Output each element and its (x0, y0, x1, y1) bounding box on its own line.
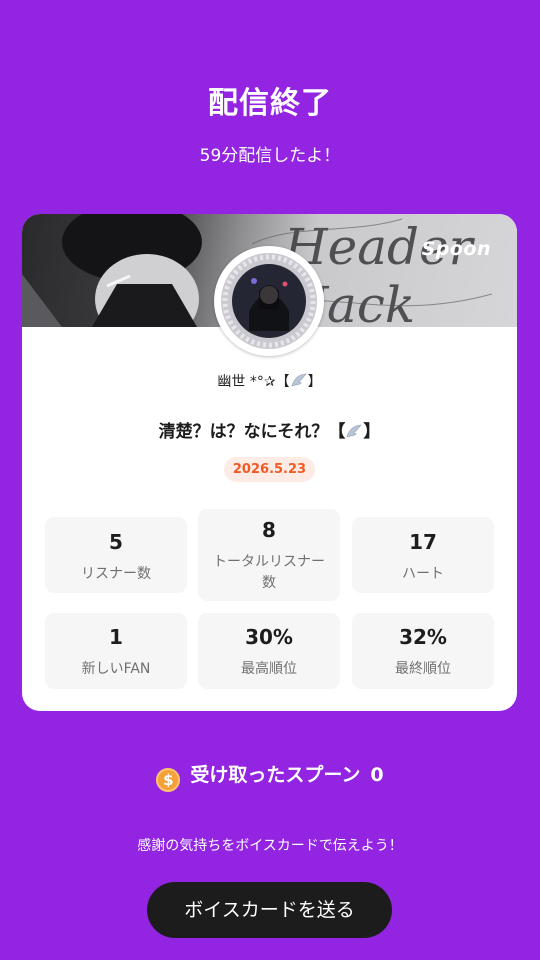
stat-value: 32% (399, 625, 447, 649)
wing-icon (346, 424, 363, 438)
send-voice-card-button[interactable]: ボイスカードを送る (147, 882, 392, 938)
stat-label: 最終順位 (395, 661, 451, 677)
stat-new-fans: 1 新しいFAN (45, 613, 187, 689)
stat-value: 8 (262, 518, 276, 542)
spoons-amount: 0 (370, 764, 384, 786)
stat-final-rank: 32% 最終順位 (352, 613, 494, 689)
spoon-logo: Spoon (421, 238, 491, 260)
stat-hearts: 17 ハート (352, 517, 494, 593)
stat-label: ハート (402, 566, 444, 582)
live-title-text: 清楚？は？なにそれ？【 (158, 422, 346, 442)
spoon-coin-icon: $ (156, 768, 181, 792)
stat-label: リスナー数 (81, 566, 151, 582)
stat-total-listeners: 8 トータルリスナー数 (198, 509, 340, 601)
live-title: 清楚？は？なにそれ？【】 (22, 417, 517, 442)
stat-value: 5 (109, 530, 123, 554)
dj-name-text: 幽世 *°✰【 (217, 374, 290, 390)
dj-name: 幽世 *°✰【 】 (22, 371, 517, 391)
avatar-image (221, 253, 317, 349)
avatar (214, 246, 324, 356)
stat-label: トータルリスナー数 (213, 554, 325, 591)
wing-icon (291, 373, 307, 387)
stat-value: 30% (245, 625, 293, 649)
stat-label: 最高順位 (241, 661, 297, 677)
stat-listeners: 5 リスナー数 (45, 517, 187, 593)
stat-label: 新しいFAN (81, 661, 151, 677)
thanks-text: 感謝の気持ちをボイスカードで伝えよう！ (137, 838, 403, 854)
live-summary-card: Header Jack Spoon 幽世 *°✰【】 清楚？は？なにそれ？【】 … (22, 214, 517, 711)
spoons-label: 受け取ったスプーン (190, 764, 361, 786)
stat-value: 1 (109, 625, 123, 649)
received-spoons: $ 受け取ったスプーン 0 (0, 760, 540, 792)
page-title: 配信終了 (208, 86, 332, 121)
dj-name-suffix: 】 (307, 374, 322, 390)
duration-text: 59分配信したよ！ (199, 146, 341, 166)
stat-best-rank: 30% 最高順位 (198, 613, 340, 689)
live-title-suffix: 】 (363, 422, 381, 442)
date-badge: 2026.5.23 (223, 457, 316, 482)
stat-value: 17 (409, 530, 437, 554)
